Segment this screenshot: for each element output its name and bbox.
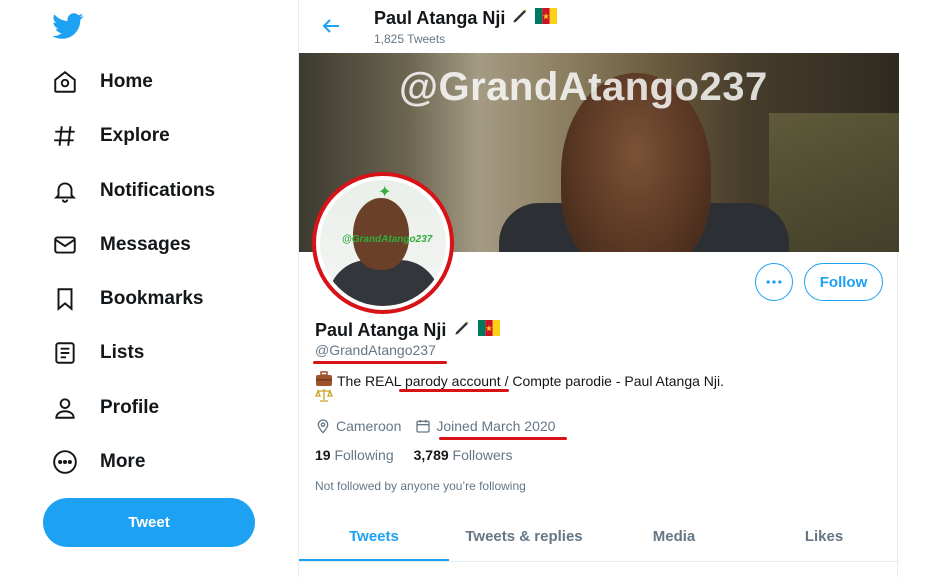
sidebar-item-explore[interactable]: Explore — [52, 116, 170, 156]
banner-handle-text: @GrandAtango237 — [399, 65, 768, 109]
twitter-bird-icon[interactable] — [52, 10, 84, 42]
more-circle-icon — [52, 449, 78, 475]
pen-icon — [510, 6, 530, 31]
bookmark-icon — [52, 286, 78, 312]
following-count: 19 — [315, 447, 331, 463]
sidebar-item-messages[interactable]: Messages — [52, 225, 191, 265]
envelope-icon — [52, 232, 78, 258]
person-icon — [52, 395, 78, 421]
follow-stats: 19 Following 3,789 Followers — [315, 447, 512, 463]
sidebar-item-label: More — [100, 451, 146, 472]
tab-tweets[interactable]: Tweets — [299, 512, 449, 561]
sidebar-item-bookmarks[interactable]: Bookmarks — [52, 279, 204, 319]
header-name: Paul Atanga Nji — [374, 6, 558, 31]
bell-icon — [52, 178, 78, 204]
joined-item: Joined March 2020 — [415, 418, 555, 434]
home-icon — [52, 69, 78, 95]
profile-bio: The REAL parody account / Compte parodie… — [315, 371, 724, 390]
location-item: Cameroon — [315, 418, 401, 434]
sidebar-item-notifications[interactable]: Notifications — [52, 171, 215, 211]
profile-meta: Cameroon Joined March 2020 — [315, 418, 569, 434]
sidebar-item-home[interactable]: Home — [52, 62, 153, 102]
followers-count: 3,789 — [413, 447, 449, 463]
back-arrow-icon[interactable] — [319, 14, 343, 38]
profile-tabs: Tweets Tweets & replies Media Likes — [299, 512, 899, 562]
location-text: Cameroon — [336, 418, 402, 434]
banner-background-figure — [769, 113, 899, 252]
red-annotation-underline — [313, 361, 447, 364]
sidebar-item-more[interactable]: More — [52, 442, 145, 482]
joined-text: Joined March 2020 — [436, 418, 556, 434]
profile-handle: @GrandAtango237 — [315, 342, 436, 358]
pen-icon — [452, 318, 472, 343]
scales-icon — [315, 388, 333, 405]
avatar-tag-text: @GrandAtango237 — [342, 234, 433, 245]
cameroon-flag-icon — [535, 8, 558, 29]
more-options-button[interactable] — [755, 263, 793, 301]
red-annotation-underline — [399, 389, 509, 392]
header-name-text: Paul Atanga Nji — [374, 8, 506, 28]
sidebar-item-label: Notifications — [100, 180, 216, 201]
profile-column: Paul Atanga Nji 1,825 Tweets @GrandAtang… — [298, 0, 899, 577]
hashtag-icon — [52, 123, 78, 149]
profile-header-bar: Paul Atanga Nji 1,825 Tweets — [299, 0, 899, 53]
avatar-photo: ✦ @GrandAtango237 — [320, 180, 446, 306]
followers-link[interactable]: 3,789 Followers — [414, 447, 513, 463]
list-icon — [52, 340, 78, 366]
sidebar-item-label: Bookmarks — [100, 288, 204, 309]
sidebar-item-label: Home — [100, 71, 153, 92]
avatar[interactable]: ✦ @GrandAtango237 — [312, 172, 454, 314]
following-label: Following — [334, 447, 394, 463]
sidebar-item-label: Lists — [100, 342, 145, 363]
bio-text: The REAL parody account / Compte parodie… — [337, 372, 725, 389]
tab-likes[interactable]: Likes — [749, 512, 899, 561]
left-sidebar: Home Explore Notifications Messages Book… — [0, 0, 298, 577]
tweet-count: 1,825 Tweets — [374, 32, 446, 46]
tab-media[interactable]: Media — [599, 512, 749, 561]
sidebar-item-lists[interactable]: Lists — [52, 333, 144, 373]
sidebar-item-label: Explore — [100, 125, 170, 146]
not-followed-note: Not followed by anyone you’re following — [315, 479, 526, 493]
cameroon-flag-icon — [478, 320, 501, 341]
followers-label: Followers — [452, 447, 513, 463]
following-link[interactable]: 19 Following — [315, 447, 394, 463]
location-pin-icon — [317, 419, 329, 434]
sidebar-item-profile[interactable]: Profile — [52, 388, 159, 428]
profile-name: Paul Atanga Nji — [315, 318, 501, 343]
tweet-button[interactable]: Tweet — [43, 498, 255, 547]
sidebar-item-label: Profile — [100, 397, 160, 418]
profile-name-text: Paul Atanga Nji — [315, 320, 447, 340]
follow-button[interactable]: Follow — [804, 263, 883, 301]
calendar-icon — [416, 420, 431, 433]
ellipsis-icon — [766, 280, 782, 284]
tab-tweets-and-replies[interactable]: Tweets & replies — [449, 512, 599, 561]
sidebar-item-label: Messages — [100, 234, 191, 255]
red-annotation-underline — [439, 437, 567, 440]
